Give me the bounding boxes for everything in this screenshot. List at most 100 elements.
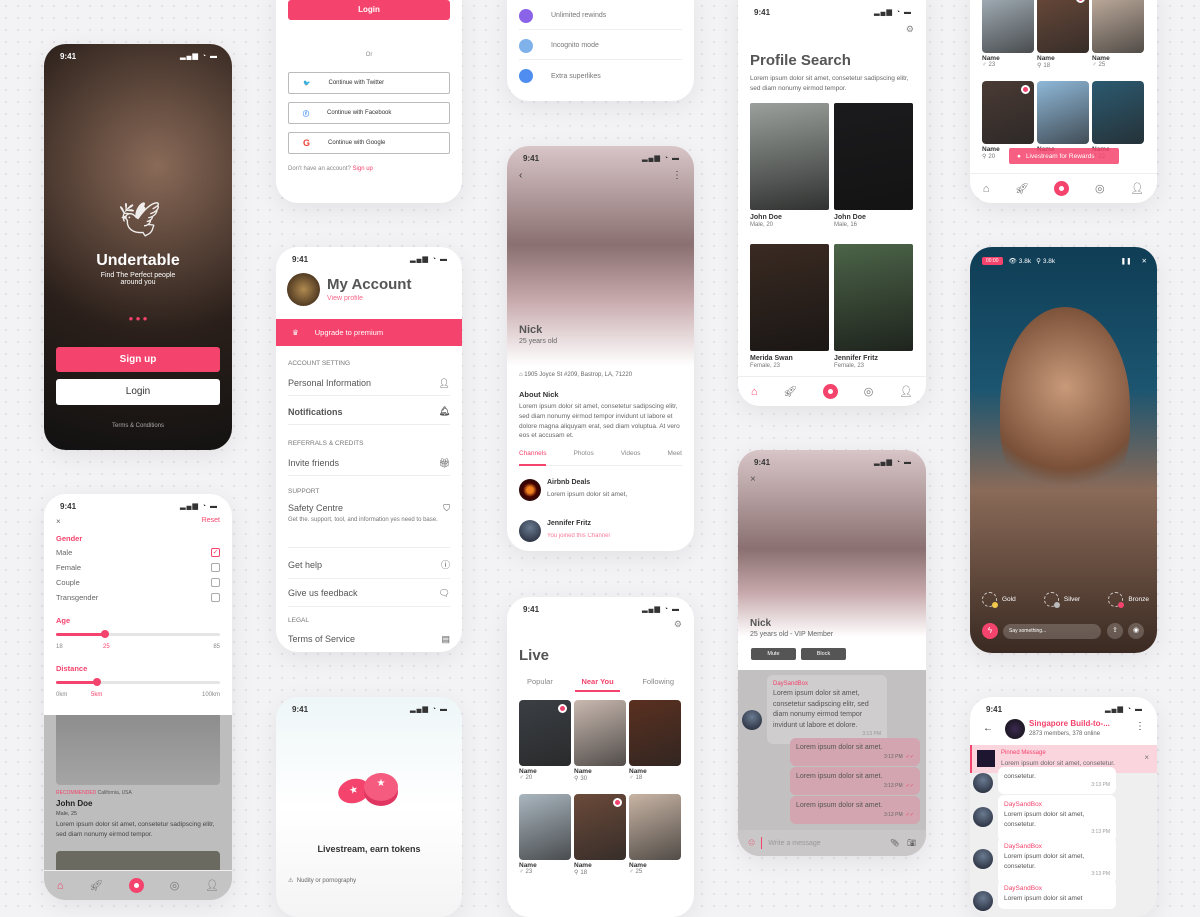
message-input[interactable]: Write a message bbox=[768, 840, 890, 847]
profile-card[interactable]: Name ⚲ 18 bbox=[574, 794, 626, 876]
signup-button[interactable]: Sign up bbox=[56, 347, 220, 372]
invite-friends-row[interactable]: Invite friends 🎁︎ bbox=[288, 451, 450, 476]
pause-icon[interactable]: ❚❚ bbox=[1121, 257, 1132, 265]
home-icon[interactable]: ⌂ bbox=[751, 386, 758, 398]
attach-icon[interactable]: 📎︎ bbox=[890, 839, 899, 847]
report-item[interactable]: ⚠ Nudity or pornography bbox=[288, 877, 356, 884]
gift-bronze[interactable]: Bronze bbox=[1108, 592, 1149, 608]
rocket-icon[interactable]: 🚀︎ bbox=[1015, 182, 1029, 195]
personal-information-row[interactable]: Personal Information 👤︎ bbox=[288, 371, 450, 396]
mute-button[interactable]: Mute bbox=[751, 648, 796, 660]
tab-near-you[interactable]: Near You bbox=[575, 677, 620, 692]
tab-channels[interactable]: Channels bbox=[519, 450, 547, 466]
login-submit-button[interactable]: Login bbox=[288, 0, 450, 20]
share-icon[interactable]: ⇪ bbox=[1107, 623, 1123, 639]
search-result[interactable]: Jennifer Fritz Female, 23 bbox=[834, 244, 913, 369]
profile-card[interactable]: Name ♂ 25 bbox=[1092, 0, 1144, 68]
home-icon[interactable]: ⌂ bbox=[983, 183, 990, 195]
google-button[interactable]: G Continue with Google bbox=[288, 132, 450, 154]
reset-button[interactable]: Reset bbox=[202, 517, 220, 524]
back-icon[interactable]: ‹ bbox=[519, 170, 522, 181]
close-icon[interactable]: × bbox=[56, 517, 61, 526]
close-icon[interactable]: × bbox=[750, 474, 756, 485]
avatar[interactable] bbox=[287, 273, 320, 306]
gift-silver[interactable]: Silver bbox=[1043, 592, 1080, 608]
gender-option-transgender[interactable]: Transgender bbox=[56, 593, 220, 602]
live-icon[interactable] bbox=[129, 878, 144, 893]
checkbox[interactable] bbox=[211, 578, 220, 587]
home-icon[interactable]: ⌂ bbox=[57, 880, 64, 892]
view-profile-link[interactable]: View profile bbox=[327, 295, 363, 302]
close-icon[interactable]: ✕ bbox=[1142, 257, 1147, 265]
rocket-icon[interactable]: 🚀︎ bbox=[89, 879, 103, 892]
profile-card[interactable]: Name ♂ 23 bbox=[982, 0, 1034, 68]
tab-meet[interactable]: Meet bbox=[668, 450, 682, 465]
tab-videos[interactable]: Videos bbox=[621, 450, 641, 465]
sender-name: DaySandBox bbox=[1004, 843, 1042, 850]
signup-link[interactable]: Sign up bbox=[353, 166, 373, 172]
more-icon[interactable]: ⋮ bbox=[672, 170, 682, 181]
profile-card[interactable]: Name ♂ 23 bbox=[519, 794, 571, 875]
twitter-button[interactable]: 🐦 Continue with Twitter bbox=[288, 72, 450, 94]
block-button[interactable]: Block bbox=[801, 648, 846, 660]
section-referrals: REFERRALS & CREDITS bbox=[288, 440, 364, 447]
more-icon[interactable]: ⋮ bbox=[1135, 721, 1145, 732]
group-message: DaySandBox Lorem ipsum dolor sit amet, co… bbox=[998, 795, 1116, 842]
profile-card[interactable]: Name ⚲ 18 bbox=[1037, 0, 1089, 69]
profile-icon[interactable]: 👤︎ bbox=[1130, 182, 1144, 195]
chat-icon[interactable]: ◎ bbox=[1095, 182, 1105, 195]
search-result[interactable]: John Doe Male, 16 bbox=[834, 103, 913, 228]
profile-card[interactable]: Name ♂ 20 bbox=[519, 700, 571, 781]
live-icon[interactable] bbox=[823, 384, 838, 399]
age-slider-handle[interactable] bbox=[101, 630, 110, 638]
checkbox[interactable]: ✓ bbox=[211, 548, 220, 557]
camera-icon[interactable]: 📷︎ bbox=[907, 839, 916, 847]
livestream-rewards-banner[interactable]: ● Livestream for Rewards bbox=[1009, 148, 1119, 164]
emoji-icon[interactable]: ☹ bbox=[748, 839, 755, 847]
safety-centre-row[interactable]: Safety Centre ⛉ Get the. support, tool, an… bbox=[288, 503, 450, 548]
upgrade-banner[interactable]: ♛ Upgrade to premium bbox=[276, 319, 462, 346]
profile-icon[interactable]: 👤︎ bbox=[899, 385, 913, 398]
comment-input[interactable]: Say something... bbox=[1003, 624, 1101, 639]
terms-row[interactable]: Terms of Service ▤ bbox=[288, 629, 450, 649]
profile-card[interactable]: Name ⚲ 30 bbox=[574, 700, 626, 782]
rocket-icon[interactable]: 🚀︎ bbox=[783, 385, 797, 398]
profile-icon[interactable]: 👤︎ bbox=[205, 879, 219, 892]
profile-photo bbox=[834, 103, 913, 210]
profile-card[interactable]: Name ♂ 18 bbox=[629, 700, 681, 781]
close-icon[interactable]: × bbox=[1144, 753, 1149, 762]
distance-slider-handle[interactable] bbox=[93, 678, 101, 686]
filter-icon[interactable]: ⚙ bbox=[674, 619, 682, 630]
card-age: 25 bbox=[635, 869, 643, 875]
login-button[interactable]: Login bbox=[56, 379, 220, 405]
tab-popular[interactable]: Popular bbox=[527, 677, 553, 692]
gender-option-male[interactable]: Male ✓ bbox=[56, 548, 220, 557]
card-name: Name bbox=[574, 862, 592, 869]
search-result[interactable]: John Doe Male, 20 bbox=[750, 103, 829, 228]
filter-icon[interactable]: ⚙ bbox=[906, 24, 914, 35]
feedback-row[interactable]: Give us feedback 🗨︎ bbox=[288, 580, 450, 607]
gender-option-female[interactable]: Female bbox=[56, 563, 220, 572]
terms-link[interactable]: Terms & Conditions bbox=[44, 423, 232, 429]
checkbox[interactable] bbox=[211, 593, 220, 602]
status-time: 9:41 bbox=[292, 255, 309, 264]
facebook-button[interactable]: ⓕ Continue with Facebook bbox=[288, 102, 450, 124]
gift-gold[interactable]: Gold bbox=[982, 592, 1016, 608]
back-icon[interactable]: ← bbox=[983, 723, 993, 734]
bottom-nav: ⌂ 🚀︎ ◎ 👤︎ bbox=[44, 870, 232, 900]
age-slider[interactable] bbox=[56, 630, 220, 638]
gender-option-couple[interactable]: Couple bbox=[56, 578, 220, 587]
profile-card[interactable]: Name ♂ 25 bbox=[629, 794, 681, 875]
notifications-row[interactable]: Notifications 🔔︎ bbox=[288, 399, 450, 425]
chat-icon[interactable]: ◎ bbox=[864, 385, 874, 398]
search-result[interactable]: Merida Swan Female, 23 bbox=[750, 244, 829, 369]
bolt-button[interactable]: ϟ bbox=[982, 623, 998, 639]
checkbox[interactable] bbox=[211, 563, 220, 572]
live-icon[interactable] bbox=[1054, 181, 1070, 196]
tab-photos[interactable]: Photos bbox=[573, 450, 593, 465]
camera-icon[interactable]: ◉ bbox=[1128, 623, 1144, 639]
tab-following[interactable]: Following bbox=[642, 677, 674, 692]
chat-icon[interactable]: ◎ bbox=[170, 879, 180, 892]
distance-slider[interactable] bbox=[56, 678, 220, 686]
get-help-row[interactable]: Get help ⓘ bbox=[288, 551, 450, 579]
